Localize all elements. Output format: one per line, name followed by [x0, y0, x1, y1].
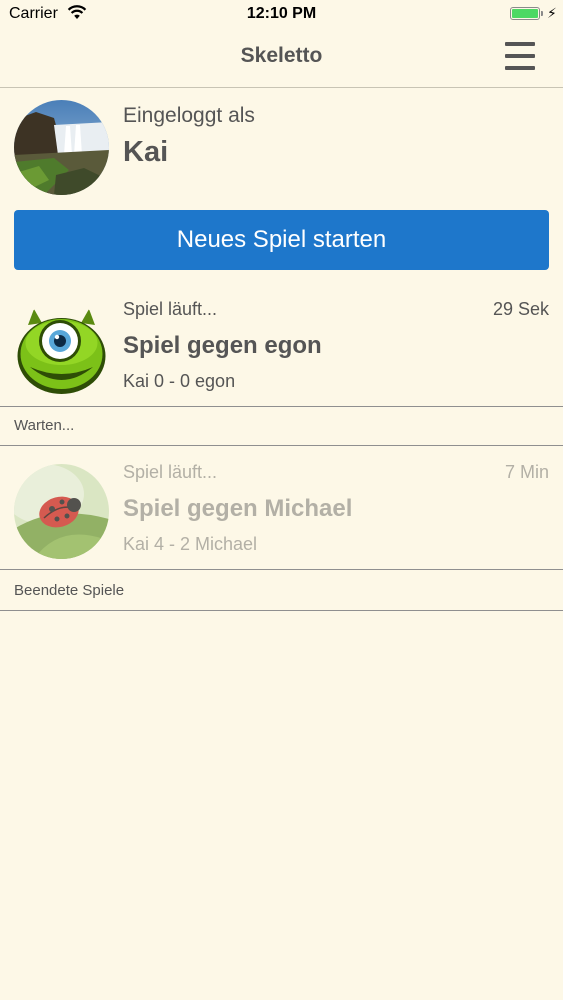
- logged-in-label: Eingeloggt als: [123, 104, 255, 127]
- status-bar: Carrier 12:10 PM ⚡︎: [0, 0, 563, 30]
- section-label: Warten...: [14, 417, 75, 434]
- clock: 12:10 PM: [246, 5, 317, 22]
- navigation-bar: Skeletto: [0, 30, 563, 88]
- game-time: 29 Sek: [492, 299, 549, 319]
- section-label: Beendete Spiele: [14, 582, 125, 599]
- game-time: 7 Min: [504, 462, 549, 482]
- battery-cap: [541, 11, 543, 16]
- battery-icon: [510, 7, 540, 20]
- game-title: Spiel gegen egon: [123, 332, 322, 359]
- profile-header: Eingeloggt als Kai: [0, 88, 563, 203]
- game-row-egon[interactable]: Spiel läuft... 29 Sek Spiel gegen egon K…: [0, 289, 563, 407]
- section-header-finished: Beendete Spiele: [0, 569, 563, 611]
- page-title: Skeletto: [240, 44, 323, 67]
- game-title: Spiel gegen Michael: [123, 495, 353, 522]
- username: Kai: [123, 136, 169, 168]
- charging-bolt-icon: ⚡︎: [547, 5, 557, 21]
- game-status: Spiel läuft...: [123, 299, 218, 319]
- game-score: Kai 4 - 2 Michael: [123, 534, 258, 554]
- game-row-michael[interactable]: Spiel läuft... 7 Min Spiel gegen Michael…: [0, 452, 563, 570]
- new-game-button[interactable]: Neues Spiel starten: [14, 210, 549, 270]
- game-status: Spiel läuft...: [123, 462, 218, 482]
- section-header-waiting: Warten...: [0, 406, 563, 446]
- hamburger-menu-icon[interactable]: [500, 39, 540, 75]
- ladybug-avatar-icon: [14, 464, 109, 559]
- game-score: Kai 0 - 0 egon: [123, 371, 236, 391]
- green-monster-avatar-icon: [14, 301, 109, 396]
- battery-level: [512, 9, 538, 18]
- app-screen: Carrier 12:10 PM ⚡︎ Skeletto Eingeloggt …: [0, 0, 563, 1000]
- user-avatar-waterfall-icon: [14, 100, 109, 195]
